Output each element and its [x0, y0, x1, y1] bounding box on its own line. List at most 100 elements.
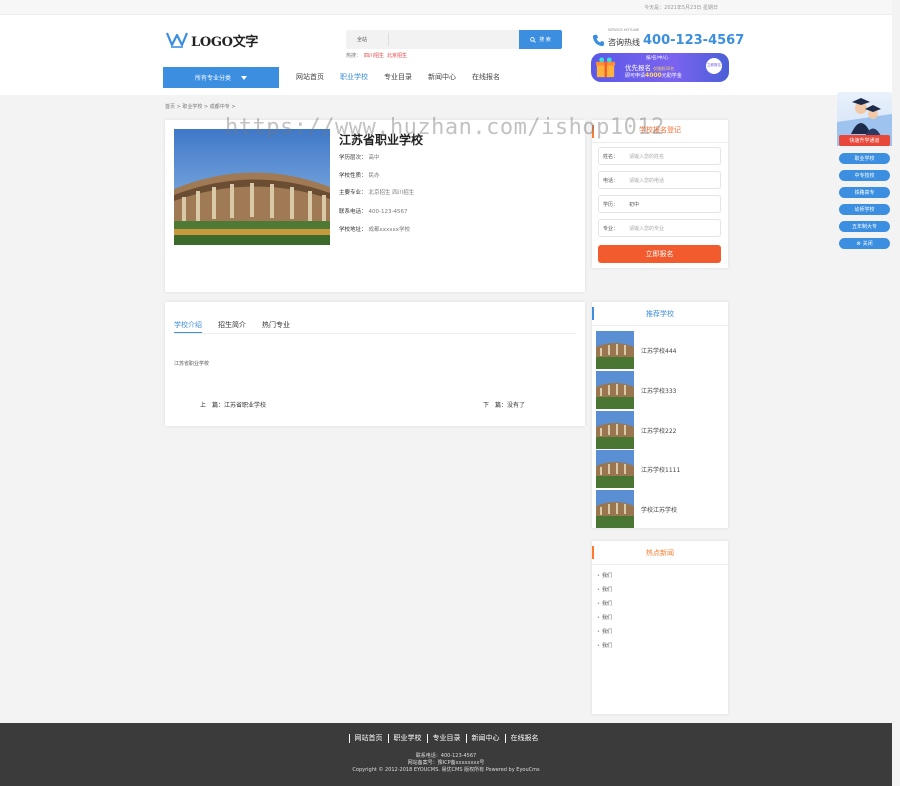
divider [592, 142, 728, 143]
footer-phone: 联系电话：400-123-4567 [415, 753, 477, 759]
school-thumbnail [596, 450, 634, 488]
header: LOGO文字 全站 搜 索 热搜： 四川招生 北京招生 SERVICE HOTLIN… [0, 15, 892, 95]
school-info-row: 主要专业： 北京招生 四川招生 [339, 190, 415, 196]
divider [592, 325, 728, 326]
education-select[interactable]: 学历： 初中 [598, 195, 721, 213]
float-link-vocational[interactable]: 职业学校 [839, 153, 890, 164]
footer-link-news[interactable]: 新闻中心 [465, 734, 505, 743]
promo-line3: 即可申请4000元助学金 [625, 72, 682, 79]
school-info-row: 学校性质： 民办 [339, 173, 380, 179]
hotline: SERVICE HOTLINE 咨询热线 400-123-4567 [592, 28, 745, 50]
footer-nav: 网站首页 职业学校 专业目录 新闻中心 在线报名 [0, 734, 892, 743]
search-bar: 全站 搜 索 [346, 30, 562, 49]
news-item[interactable]: 我们 [597, 614, 612, 621]
hot-search-item[interactable]: 北京招生 [387, 53, 407, 59]
school-thumbnail [596, 411, 634, 449]
footer-link-majors[interactable]: 专业目录 [426, 734, 466, 743]
footer-link-home[interactable]: 网站首页 [348, 734, 388, 743]
floating-quick-nav: 快速升学通道 职业学校 中专技校 铁路高专 幼师学校 五年制大专 ⊗ 关闭 [837, 92, 892, 252]
search-input[interactable] [390, 32, 518, 47]
close-icon: ⊗ [856, 240, 861, 247]
list-item[interactable]: 江苏学校444 [596, 331, 724, 369]
news-item[interactable]: 我们 [597, 628, 612, 635]
nav-item-news[interactable]: 新闻中心 [428, 72, 456, 82]
tab-content: 江苏省职业学校 [174, 361, 210, 367]
float-link-preschool[interactable]: 幼师学校 [839, 204, 890, 215]
prev-article-link[interactable]: 上 篇：江苏省职业学校 [200, 400, 266, 409]
footer-link-enroll[interactable]: 在线报名 [504, 734, 544, 743]
chevron-down-icon [241, 75, 247, 80]
list-item[interactable]: 江苏学校1111 [596, 450, 724, 488]
nav-item-schools[interactable]: 职业学校 [340, 72, 368, 82]
footer-icp[interactable]: 网站备案号：豫ICP备xxxxxxxx号 [0, 759, 892, 766]
graduates-illustration: 快速升学通道 [837, 92, 892, 146]
promo-line1: 报/名/中/心 [646, 56, 669, 61]
news-item[interactable]: 我们 [597, 642, 612, 649]
list-item[interactable]: 学校江苏学校 [596, 490, 724, 528]
school-thumbnail [596, 371, 634, 409]
search-scope[interactable]: 全站 [357, 36, 367, 43]
quick-channel-label: 快速升学通道 [839, 135, 890, 146]
tab-intro[interactable]: 学校介绍 [174, 320, 202, 333]
name-field[interactable]: 姓名： 请输入您的姓名 [598, 147, 721, 165]
list-item[interactable]: 江苏学校222 [596, 411, 724, 449]
top-bar: 今天是：2021年5月23日 星期日 [0, 0, 892, 15]
phone-field[interactable]: 电话： 请输入您的电话 [598, 171, 721, 189]
footer-link-schools[interactable]: 职业学校 [387, 734, 427, 743]
date-text: 今天是：2021年5月23日 星期日 [644, 5, 718, 11]
search-button[interactable]: 搜 索 [519, 30, 562, 49]
float-close-button[interactable]: ⊗ 关闭 [839, 238, 890, 249]
school-thumbnail [596, 490, 634, 528]
search-divider [388, 33, 389, 46]
school-detail-tabs: 学校介绍 招生简介 热门专业 江苏省职业学校 上 篇：江苏省职业学校 下 篇：没… [165, 302, 585, 426]
tab-divider [174, 333, 576, 334]
school-info-row: 学历层次： 高中 [339, 155, 380, 161]
category-button-label: 所有专业分类 [194, 75, 231, 82]
logo[interactable]: LOGO文字 [166, 30, 258, 50]
watermark: https://www.huzhan.com/ishop1012 [225, 115, 665, 140]
list-item[interactable]: 江苏学校333 [596, 371, 724, 409]
breadcrumb[interactable]: 首页 > 职业学校 > 成都中专 > [165, 103, 236, 110]
school-info-row: 联系电话： 400-123-4567 [339, 209, 408, 215]
main-nav: 网站首页 职业学校 专业目录 新闻中心 在线报名 [296, 72, 500, 82]
recommend-schools: 推荐学校 江苏学校444 江苏学校333 江苏学校222 江苏学校1111 学校… [592, 302, 728, 528]
footer-copyright: Copyright © 2012-2018 EYOUCMS. 易优CMS 版权所… [352, 767, 540, 773]
logo-mark-icon [166, 32, 188, 48]
float-link-five-year[interactable]: 五年制大专 [839, 221, 890, 232]
recommend-title: 推荐学校 [646, 310, 674, 318]
school-card: 江苏省职业学校 学历层次： 高中 学校性质： 民办 主要专业： 北京招生 四川招生 联… [165, 120, 585, 292]
news-item[interactable]: 我们 [597, 572, 612, 579]
hot-search-label: 热搜： [346, 53, 362, 59]
news-title: 热点新闻 [646, 549, 674, 557]
promo-banner[interactable]: 报/名/中/心 优先报名 仅限前30名 即可申请4000元助学金 立即报名 [591, 53, 729, 82]
category-dropdown-button[interactable]: 所有专业分类 [163, 67, 279, 88]
tab-admission[interactable]: 招生简介 [218, 320, 246, 333]
nav-item-enroll[interactable]: 在线报名 [472, 72, 500, 82]
footer: 网站首页 职业学校 专业目录 新闻中心 在线报名 联系电话：400-123-45… [0, 723, 892, 786]
news-item[interactable]: 我们 [597, 600, 612, 607]
school-info-row: 学校地址： 成都xxxxxx学校 [339, 227, 411, 233]
major-field[interactable]: 专业： 请输入您的专业 [598, 219, 721, 237]
search-button-label: 搜 索 [539, 37, 551, 43]
school-thumbnail [596, 331, 634, 369]
phone-icon [592, 34, 605, 46]
next-article-link[interactable]: 下 篇：没有了 [483, 400, 525, 409]
hot-search: 热搜： 四川招生 北京招生 [346, 52, 407, 59]
divider [592, 564, 728, 565]
tab-bar: 学校介绍 招生简介 热门专业 [174, 320, 290, 333]
promo-seal: 立即报名 [706, 58, 722, 74]
nav-item-majors[interactable]: 专业目录 [384, 72, 412, 82]
hotline-label: 咨询热线 [608, 37, 640, 47]
float-link-technical[interactable]: 中专技校 [839, 170, 890, 181]
nav-item-home[interactable]: 网站首页 [296, 72, 324, 82]
hotline-en: SERVICE HOTLINE [608, 28, 640, 32]
news-item[interactable]: 我们 [597, 586, 612, 593]
logo-text: LOGO文字 [191, 34, 259, 50]
promo-line2: 优先报名 仅限前30名 [625, 64, 675, 72]
hot-search-item[interactable]: 四川招生 [364, 53, 384, 59]
tab-hot-majors[interactable]: 热门专业 [262, 320, 290, 333]
submit-enroll-button[interactable]: 立即报名 [598, 245, 721, 263]
float-link-railway[interactable]: 铁路高专 [839, 187, 890, 198]
hotline-number: 400-123-4567 [643, 32, 745, 48]
gift-icon [595, 57, 616, 78]
